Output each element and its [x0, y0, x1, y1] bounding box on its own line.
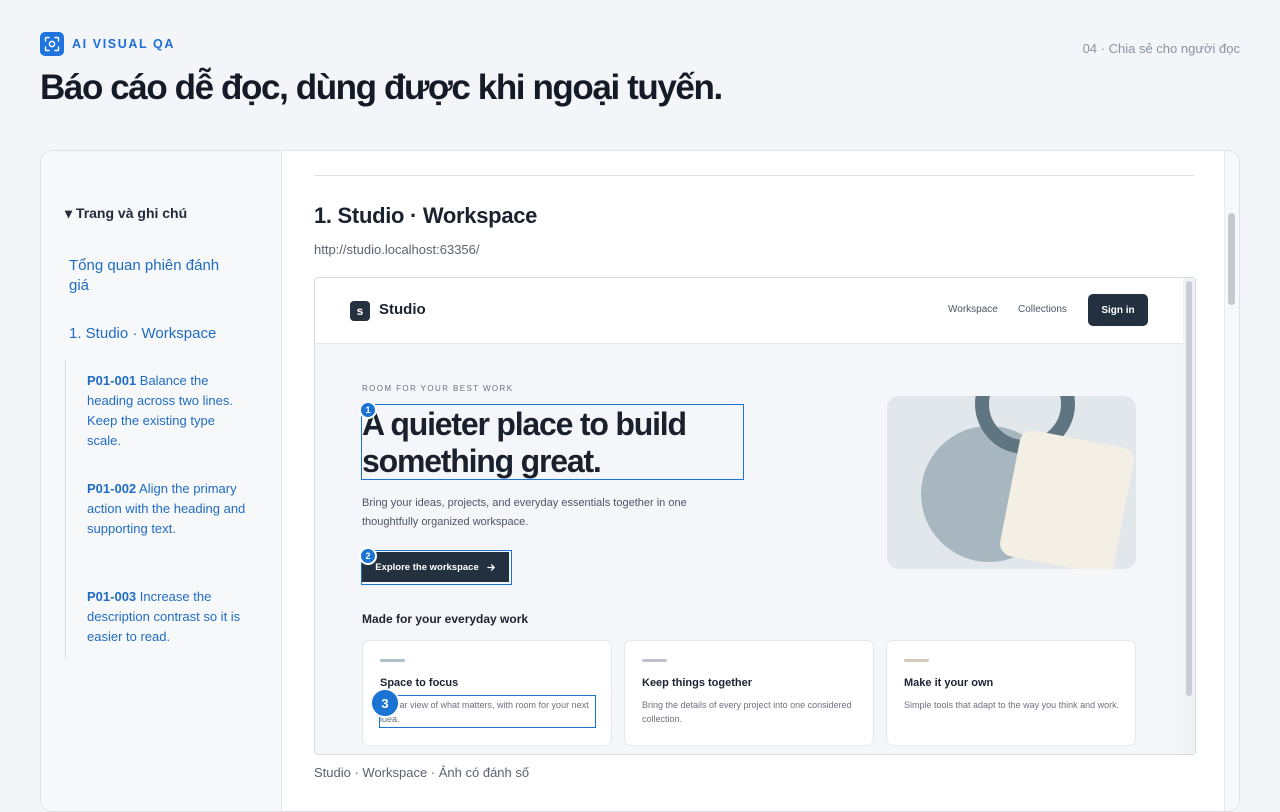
card-title: Keep things together [642, 677, 753, 689]
content-scrollbar-thumb[interactable] [1228, 213, 1235, 305]
shot-scrollbar [1183, 278, 1195, 754]
shot-section-title: Made for your everyday work [362, 612, 529, 626]
note-id: P01-001 [87, 373, 137, 388]
card-description: Simple tools that adapt to the way you t… [904, 700, 1120, 710]
annotated-screenshot: s Studio Workspace Collections Sign in R… [314, 277, 1196, 755]
shot-scrollbar-thumb [1186, 281, 1192, 696]
shot-card: Space to focus A clear view of what matt… [362, 640, 612, 746]
brand-name: AI VISUAL QA [72, 37, 176, 51]
page-headline: Báo cáo dễ đọc, dùng được khi ngoại tuyế… [40, 68, 723, 107]
shot-kicker: ROOM FOR YOUR BEST WORK [362, 384, 514, 393]
shot-card: Keep things together Bring the details o… [624, 640, 874, 746]
toc-note-p01-002[interactable]: P01-002 Align the primary action with th… [87, 479, 247, 539]
shot-description: Bring your ideas, projects, and everyday… [362, 497, 687, 528]
slide-label: 04 · Chia sẻ cho người đọc [1082, 41, 1240, 56]
shot-hero-illustration [887, 396, 1136, 569]
toc-note-p01-003[interactable]: P01-003 Increase the description contras… [87, 587, 247, 647]
screenshot-caption: Studio · Workspace · Ảnh có đánh số [314, 765, 530, 780]
toc-note-p01-001[interactable]: P01-001 Balance the heading across two l… [87, 371, 247, 451]
toc-notes: P01-001 Balance the heading across two l… [65, 359, 256, 659]
card-title: Space to focus [380, 677, 459, 689]
toc-link-overview[interactable]: Tổng quan phiên đánh giá [69, 256, 239, 296]
toc-link-studio-workspace[interactable]: 1. Studio · Workspace [69, 324, 239, 344]
shot-navbar: s Studio Workspace Collections Sign in [315, 278, 1183, 344]
annotation-box-2 [361, 550, 512, 585]
section-url[interactable]: http://studio.localhost:63356/ [314, 242, 480, 257]
shot-card: Make it your own Simple tools that adapt… [886, 640, 1136, 746]
annotation-marker-2[interactable]: 2 [359, 547, 377, 565]
annotation-marker-3[interactable]: 3 [370, 688, 400, 718]
card-accent [904, 659, 929, 662]
content-scrollbar[interactable] [1224, 151, 1239, 811]
brand: AI VISUAL QA [40, 32, 175, 56]
note-id: P01-003 [87, 589, 137, 604]
shot-signin-button: Sign in [1088, 294, 1148, 326]
card-description: Bring the details of every project into … [642, 700, 852, 724]
shot-brand: Studio [379, 301, 426, 318]
note-id: P01-002 [87, 481, 137, 496]
card-title: Make it your own [904, 677, 994, 689]
shot-nav-workspace: Workspace [948, 304, 998, 315]
annotation-box-1 [361, 404, 744, 480]
report-content: 1. Studio · Workspace http://studio.loca… [282, 151, 1239, 811]
report-sidebar: ▾ Trang và ghi chú Tổng quan phiên đánh … [41, 151, 282, 811]
section-title: 1. Studio · Workspace [314, 203, 538, 228]
report-window: ▾ Trang và ghi chú Tổng quan phiên đánh … [40, 150, 1240, 812]
annotation-marker-1[interactable]: 1 [359, 401, 377, 419]
shot-logo: s [350, 301, 370, 321]
card-accent [380, 659, 405, 662]
toc-toggle[interactable]: ▾ Trang và ghi chú [65, 205, 187, 222]
card-accent [642, 659, 667, 662]
viewfinder-icon [40, 32, 64, 56]
divider [314, 175, 1194, 176]
shot-nav-collections: Collections [1018, 304, 1067, 315]
annotation-box-3 [379, 695, 596, 728]
